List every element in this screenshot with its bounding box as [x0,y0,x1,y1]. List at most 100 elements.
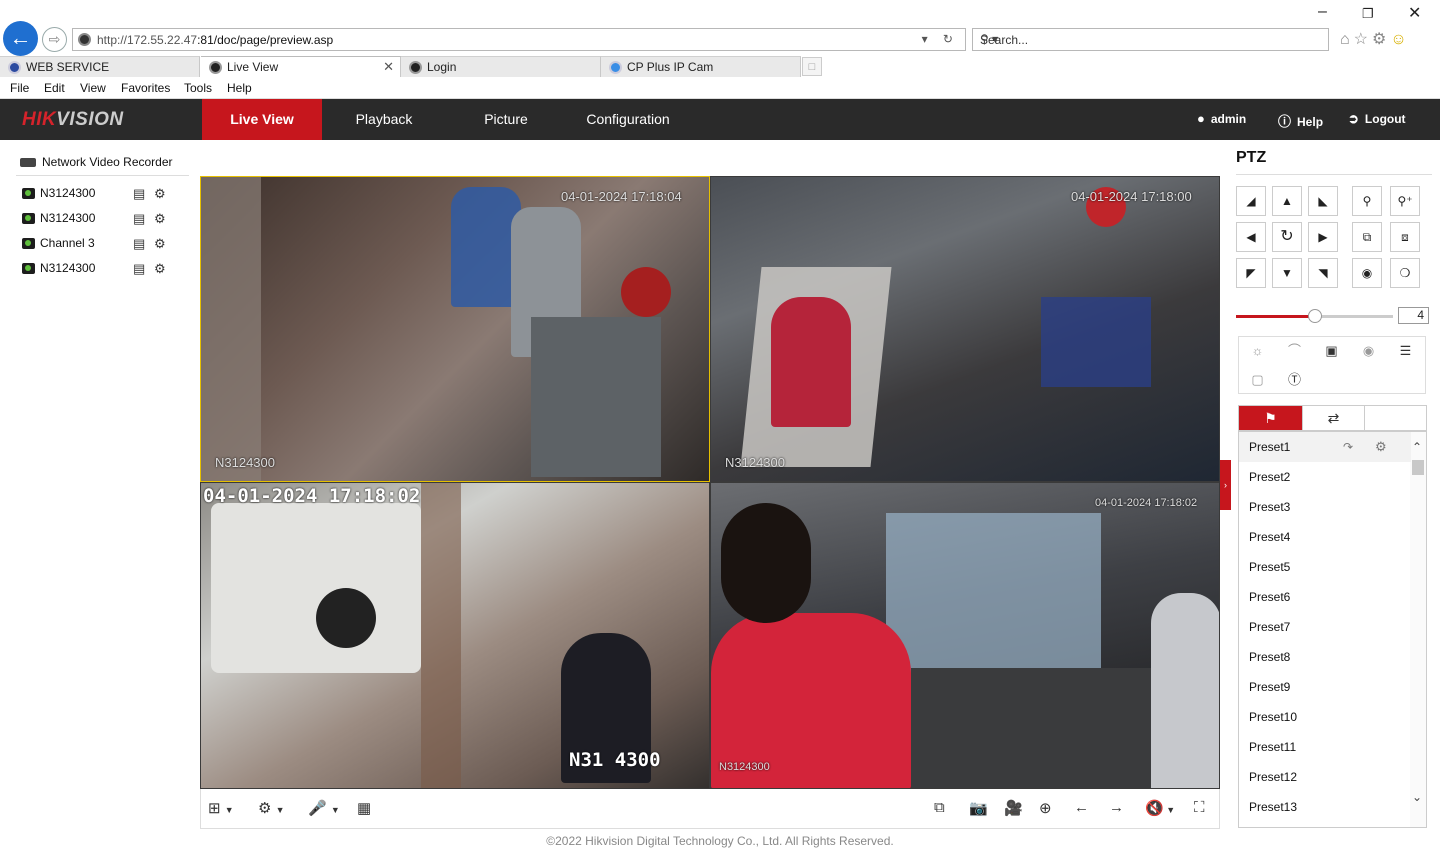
menu-file[interactable]: File [10,81,29,95]
tab-picture[interactable]: Picture [446,99,566,140]
manual-tracking-icon[interactable]: ▢ [1239,366,1276,394]
menu-help[interactable]: Help [227,81,252,95]
light-icon[interactable]: ☼ [1239,337,1276,365]
call-preset-icon[interactable]: ↷ [1343,432,1353,462]
focus-far-button[interactable]: ⧈ [1390,222,1420,252]
iris-open-button[interactable]: ◉ [1352,258,1382,288]
preset-item[interactable]: Preset8 [1239,642,1411,672]
preset-item[interactable]: Preset3 [1239,492,1411,522]
layout-grid-icon[interactable]: ⊞ ▼ [208,799,234,817]
restore-icon[interactable]: ❐ [1362,6,1374,22]
address-bar[interactable]: http://172.55.22.47:81/doc/page/preview.… [72,28,966,51]
help-link[interactable]: ⓘ Help [1278,111,1323,130]
preset-item[interactable]: Preset6 [1239,582,1411,612]
next-page-icon[interactable]: → [1109,799,1124,816]
speed-slider-handle[interactable] [1307,309,1322,323]
stream-select-icon[interactable]: ⚙ [154,186,166,202]
browser-tab-web-service[interactable]: WEB SERVICE [0,56,200,77]
pan-up-button[interactable]: ▲ [1272,186,1302,216]
menu-view[interactable]: View [80,81,106,95]
preset-item[interactable]: Preset13 [1239,792,1411,822]
tab-live-view[interactable]: Live View [202,99,322,140]
channel-item[interactable]: Channel 3 ▤ ⚙ [22,235,182,255]
menu-tools[interactable]: Tools [184,81,212,95]
tab-configuration[interactable]: Configuration [568,99,688,140]
minimize-icon[interactable]: – [1318,3,1327,21]
focus-near-button[interactable]: ⧉ [1352,222,1382,252]
digital-zoom-icon[interactable]: ⊕ [1039,799,1052,817]
nvr-root[interactable]: Network Video Recorder [20,155,173,169]
favorites-star-icon[interactable]: ☆ [1354,31,1372,48]
pan-down-button[interactable]: ▼ [1272,258,1302,288]
preset-item[interactable]: Preset1 ↷ ⚙ [1239,432,1411,462]
video-cell-1[interactable]: 04-01-2024 17:18:04 N3124300 [200,176,710,482]
new-tab-button[interactable]: □ [802,57,822,76]
record-icon[interactable]: ▤ [133,236,145,252]
scrollbar-thumb[interactable] [1412,460,1424,475]
auto-focus-icon[interactable]: ▣ [1313,337,1350,365]
preset-item[interactable]: Preset5 [1239,552,1411,582]
logout-link[interactable]: ➲ Logout [1348,111,1406,127]
close-tab-icon[interactable]: ✕ [383,57,394,77]
forward-button[interactable]: ⇨ [42,27,67,52]
video-cell-4[interactable]: 04-01-2024 17:18:02 N3124300 [710,482,1220,789]
stop-preview-icon[interactable]: ⧉ [934,799,945,816]
stop-all-icon[interactable]: ▦ [357,799,371,817]
preset-item[interactable]: Preset9 [1239,672,1411,702]
capture-camera-icon[interactable]: 📷 [969,799,988,817]
preset-item[interactable]: Preset7 [1239,612,1411,642]
microphone-icon[interactable]: 🎤 ▼ [308,799,340,817]
close-window-icon[interactable]: ✕ [1408,3,1421,23]
tab-patrols[interactable]: ⇄ [1302,406,1365,430]
pan-down-right-button[interactable]: ◥ [1308,258,1338,288]
settings-gear-icon[interactable]: ⚙ [1372,31,1390,48]
video-cell-2[interactable]: 04-01-2024 17:18:00 N3124300 [710,176,1220,482]
pan-up-right-button[interactable]: ◣ [1308,186,1338,216]
home-icon[interactable]: ⌂ [1340,31,1354,48]
preset-item[interactable]: Preset11 [1239,732,1411,762]
zoom-in-button[interactable]: ⚲⁺ [1390,186,1420,216]
record-icon[interactable]: ▤ [133,186,145,202]
iris-close-button[interactable]: ❍ [1390,258,1420,288]
set-preset-gear-icon[interactable]: ⚙ [1375,432,1387,462]
feedback-smiley-icon[interactable]: ☺ [1390,31,1410,48]
preset-scrollbar[interactable]: ⌃ ⌄ [1410,432,1426,827]
menu-favorites[interactable]: Favorites [121,81,170,95]
browser-tab-login[interactable]: Login [401,56,601,77]
browser-tab-cp-plus[interactable]: CP Plus IP Cam [601,56,801,77]
volume-mute-icon[interactable]: 🔇 ▼ [1145,799,1175,817]
browser-tab-live-view[interactable]: Live View ✕ [201,56,401,77]
stream-type-icon[interactable]: ⚙ ▼ [258,799,285,817]
record-video-icon[interactable]: 🎥 [1004,799,1023,817]
scroll-down-icon[interactable]: ⌄ [1412,790,1422,804]
address-controls-icon[interactable]: ▾ ↻ [922,32,959,46]
back-button[interactable]: ← [3,21,38,56]
channel-item[interactable]: N3124300 ▤ ⚙ [22,210,182,230]
menu-edit[interactable]: Edit [44,81,65,95]
channel-item[interactable]: N3124300 ▤ ⚙ [22,260,182,280]
zoom-out-button[interactable]: ⚲ [1352,186,1382,216]
scroll-up-icon[interactable]: ⌃ [1412,440,1422,454]
tab-pattern[interactable] [1365,406,1428,430]
stream-select-icon[interactable]: ⚙ [154,261,166,277]
browser-search-box[interactable]: Search... ⚲ ▾ [972,28,1329,51]
preset-item[interactable]: Preset2 [1239,462,1411,492]
preset-item[interactable]: Preset4 [1239,522,1411,552]
pan-right-button[interactable]: ▶ [1308,222,1338,252]
tab-presets[interactable]: ⚑ [1239,406,1302,430]
wiper-icon[interactable]: ⌒ [1276,337,1313,365]
pan-left-button[interactable]: ◀ [1236,222,1266,252]
pan-up-left-button[interactable]: ◢ [1236,186,1266,216]
previous-page-icon[interactable]: ← [1074,799,1089,816]
user-menu[interactable]: ● admin [1197,111,1246,126]
lens-init-icon[interactable]: ◉ [1350,337,1387,365]
3d-positioning-icon[interactable]: Ⓣ [1276,366,1313,394]
stream-select-icon[interactable]: ⚙ [154,236,166,252]
auto-scan-button[interactable]: ↻ [1272,222,1302,252]
video-cell-3[interactable]: 04-01-2024 17:18:02 N31 4300 [200,482,710,789]
preset-item[interactable]: Preset12 [1239,762,1411,792]
pan-down-left-button[interactable]: ◤ [1236,258,1266,288]
fullscreen-icon[interactable]: ⛶ [1194,799,1205,816]
speed-value[interactable]: 4 [1398,307,1429,324]
record-icon[interactable]: ▤ [133,261,145,277]
